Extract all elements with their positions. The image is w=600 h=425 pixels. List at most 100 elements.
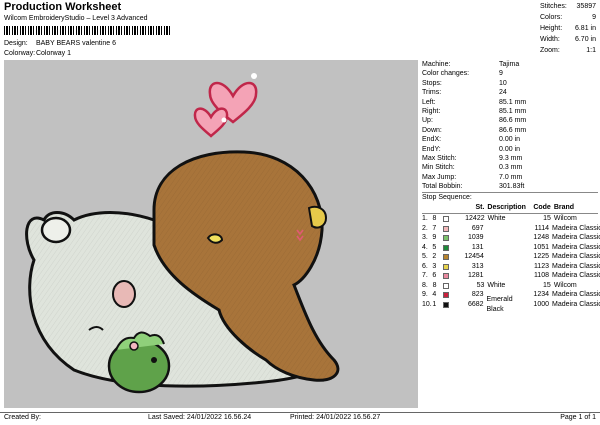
stat-value: 6.70 in xyxy=(574,36,596,43)
info-row: Left: 85.1 mm xyxy=(422,98,598,107)
col-brand: Brand xyxy=(553,204,575,212)
stitch-count: 6682 xyxy=(467,300,484,308)
thread-brand: Madeira Classic 40 xyxy=(552,272,600,280)
color-index: 9 xyxy=(432,234,437,242)
brown-bear-eye xyxy=(206,233,224,244)
info-value: 10 xyxy=(499,79,507,87)
info-row: Stops: 10 xyxy=(422,79,598,88)
sequence-row: 5. 2 12454 1225Madeira Classic 40 xyxy=(422,252,600,262)
stop-number: 1. xyxy=(422,215,428,223)
bears-illustration xyxy=(25,73,340,394)
stitch-count: 53 xyxy=(476,281,485,289)
stop-number: 4. xyxy=(422,243,428,251)
stitch-count: 12422 xyxy=(465,215,485,223)
page-title: Production Worksheet xyxy=(4,1,122,13)
stop-number: 3. xyxy=(422,234,428,242)
stitch-count: 12454 xyxy=(464,253,484,261)
info-row: Machine: Tajima xyxy=(422,60,598,69)
created-by: Created By: xyxy=(4,414,41,421)
color-index: 6 xyxy=(432,272,437,280)
stitch-count: 823 xyxy=(471,291,484,299)
color-index: 8 xyxy=(432,215,437,223)
stat-stitches: Stitches: 35897 xyxy=(540,1,596,12)
info-row: Trims: 24 xyxy=(422,88,598,97)
info-value: 7.0 mm xyxy=(499,173,523,181)
thread-brand: Madeira Classic 40 xyxy=(552,291,600,299)
info-value: 86.6 mm xyxy=(499,126,527,134)
color-swatch-cell xyxy=(442,254,465,261)
stat-width: Width: 6.70 in xyxy=(540,34,596,45)
thread-brand: Madeira Classic 40 xyxy=(552,300,600,308)
stitch-count: 1039 xyxy=(467,234,484,242)
stop-number: 8. xyxy=(422,281,428,289)
info-value: 0.3 mm xyxy=(499,164,523,172)
col-code: Code xyxy=(533,204,551,212)
stitch-count: 313 xyxy=(471,262,484,270)
stitch-count: 131 xyxy=(471,243,484,251)
info-row: Down: 86.6 mm xyxy=(422,126,598,135)
info-value: 85.1 mm xyxy=(499,98,527,106)
thread-brand: Madeira Classic 40 xyxy=(552,224,600,232)
thread-brand: Wilcom xyxy=(553,215,577,223)
color-swatch-cell xyxy=(442,263,465,270)
design-row: Design: BABY BEARS valentine 6 xyxy=(4,40,116,47)
heart-small xyxy=(193,107,229,138)
thread-code: 1000 xyxy=(533,300,549,308)
thread-brand: Madeira Classic 40 xyxy=(552,234,600,242)
color-swatch-cell xyxy=(442,301,465,308)
color-swatch xyxy=(442,244,449,251)
info-label: Left: xyxy=(422,98,436,106)
sequence-row: 6. 3 313 1123Madeira Classic 40 xyxy=(422,262,600,272)
stat-label: Height: xyxy=(540,25,563,32)
white-bear-ear xyxy=(40,216,72,244)
thread-brand: Madeira Classic 40 xyxy=(552,243,600,251)
color-index: 5 xyxy=(432,243,437,251)
barcode xyxy=(4,26,172,35)
info-label: Up: xyxy=(422,117,433,125)
color-swatch-cell xyxy=(442,225,465,232)
info-row: Max Jump: 7.0 mm xyxy=(422,173,598,182)
thread-code: 15 xyxy=(543,215,551,223)
info-row: Color changes: 9 xyxy=(422,69,598,78)
info-label: Max Stitch: xyxy=(422,154,457,162)
stat-label: Colors: xyxy=(540,14,563,21)
info-label: Trims: xyxy=(422,89,442,97)
stat-colors: Colors: 9 xyxy=(540,12,596,23)
info-row: Up: 86.6 mm xyxy=(422,116,598,125)
info-row: Max Stitch: 9.3 mm xyxy=(422,154,598,163)
info-value: 301.83ft xyxy=(499,183,525,191)
stitch-count: 1281 xyxy=(467,272,484,280)
design-preview xyxy=(4,60,418,408)
thread-code: 1225 xyxy=(533,253,549,261)
color-index: 4 xyxy=(432,291,437,299)
stat-value: 35897 xyxy=(576,3,596,10)
thread-brand: Madeira Classic 40 xyxy=(552,253,600,261)
stop-number: 7. xyxy=(422,272,428,280)
info-value: 0.00 in xyxy=(499,136,521,144)
info-value: Tajima xyxy=(499,61,520,68)
col-st: St. xyxy=(475,204,485,212)
info-label: Min Stitch: xyxy=(422,164,455,172)
color-index: 8 xyxy=(432,281,437,289)
info-label: Color changes: xyxy=(422,70,470,78)
colorway-label: Colorway: xyxy=(4,50,36,57)
white-bear-nose xyxy=(112,280,136,308)
stats-panel: Stitches: 35897 Colors: 9 Height: 6.81 in W… xyxy=(540,1,596,56)
sequence-row: 2. 7 697 1114Madeira Classic 40 xyxy=(422,224,600,234)
info-label: EndX: xyxy=(422,136,442,144)
stop-number: 2. xyxy=(422,224,428,232)
page-number: Page 1 of 1 xyxy=(560,414,596,421)
info-label: Max Jump: xyxy=(422,173,457,181)
color-index: 1 xyxy=(432,300,437,308)
info-row: EndY: 0.00 in xyxy=(422,145,598,154)
sequence-row: 8. 8 53 White 15 Wilcom xyxy=(422,281,598,291)
printed-date: Printed: 24/01/2022 16.56.27 xyxy=(290,414,381,421)
color-swatch xyxy=(442,273,449,280)
info-row: EndX: 0.00 in xyxy=(422,135,598,144)
info-label: EndY: xyxy=(422,145,441,153)
sequence-row: 4. 5 131 1051Madeira Classic 40 xyxy=(422,243,600,253)
stat-label: Zoom: xyxy=(540,47,560,54)
thread-brand: Wilcom xyxy=(553,281,577,289)
colorway-row: Colorway: Colorway 1 xyxy=(4,50,71,57)
stop-sequence-title: Stop Sequence: xyxy=(422,194,472,202)
